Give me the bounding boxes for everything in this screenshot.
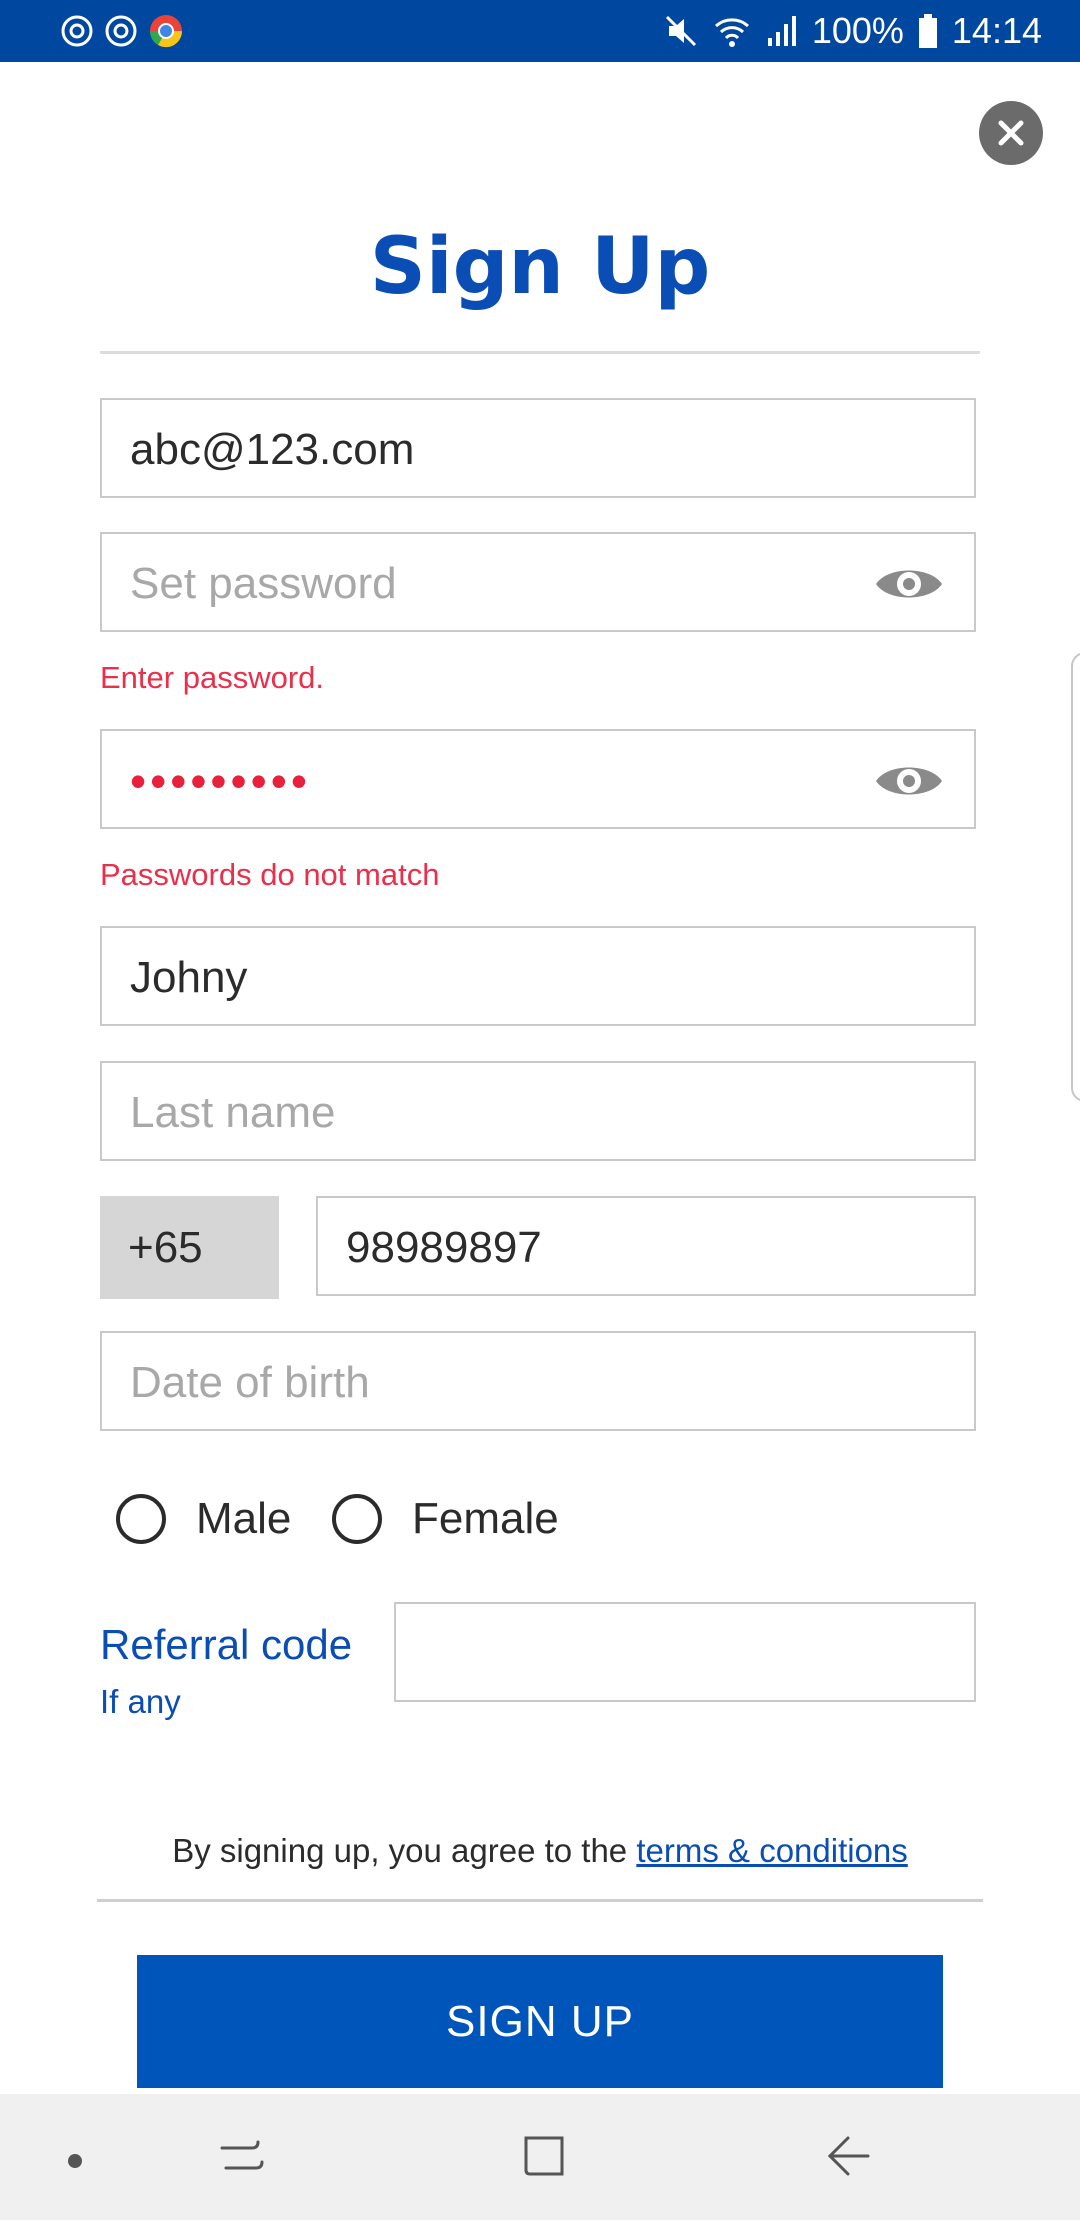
dob-field[interactable]: Date of birth (100, 1331, 976, 1431)
country-code-value: +65 (128, 1223, 203, 1272)
status-system-icons: 100% 14:14 (664, 0, 1042, 62)
status-notification-icons (60, 12, 184, 50)
eye-icon[interactable] (874, 562, 944, 606)
female-label: Female (412, 1494, 559, 1543)
close-button[interactable] (979, 101, 1043, 165)
title-divider (100, 351, 980, 354)
terms-notice: By signing up, you agree to the terms & … (0, 1832, 1080, 1870)
female-radio[interactable] (332, 1494, 382, 1544)
eye-icon[interactable] (874, 759, 944, 803)
home-icon[interactable] (520, 2132, 568, 2180)
battery-icon (918, 14, 937, 48)
password-placeholder: Set password (130, 559, 397, 608)
password-field[interactable]: Set password (100, 532, 976, 632)
wifi-icon (714, 18, 749, 47)
gender-female-option[interactable]: Female (332, 1486, 559, 1552)
password-error: Enter password. (100, 660, 324, 695)
page-title: Sign Up (369, 222, 711, 312)
country-code-selector[interactable]: +65 (100, 1196, 279, 1299)
confirm-password-error: Passwords do not match (100, 857, 440, 892)
mute-icon (665, 15, 696, 47)
email-value: abc@123.com (130, 425, 415, 474)
sign-up-button[interactable]: SIGN UP (137, 1955, 943, 2088)
terms-divider (97, 1899, 983, 1902)
referral-label: Referral code (100, 1621, 353, 1668)
last-name-placeholder: Last name (130, 1088, 336, 1137)
nav-dot-icon[interactable] (68, 2154, 82, 2168)
confirm-password-field[interactable]: ••••••••• (100, 729, 976, 829)
signal-icon (767, 16, 796, 46)
navigation-bar (0, 2094, 1080, 2220)
back-icon[interactable] (824, 2132, 872, 2180)
dob-placeholder: Date of birth (130, 1358, 370, 1407)
first-name-field[interactable]: Johny (100, 926, 976, 1026)
terms-text: By signing up, you agree to the (172, 1832, 637, 1869)
referral-sublabel: If any (100, 1683, 181, 1720)
terms-link[interactable]: terms & conditions (636, 1832, 907, 1869)
phone-value: 98989897 (346, 1223, 542, 1272)
close-icon (998, 120, 1024, 146)
chrome-icon (149, 15, 183, 48)
sync-icon (105, 15, 137, 47)
sync-icon (61, 15, 93, 47)
referral-code-field[interactable] (394, 1602, 976, 1702)
recent-apps-icon[interactable] (218, 2132, 266, 2180)
gender-male-option[interactable]: Male (116, 1486, 291, 1552)
first-name-value: Johny (130, 953, 248, 1002)
battery-percent: 100% (811, 10, 904, 51)
status-time: 14:14 (951, 10, 1042, 51)
phone-field[interactable]: 98989897 (316, 1196, 976, 1296)
status-bar: 100% 14:14 (0, 0, 1080, 62)
edge-panel-handle[interactable] (1071, 652, 1080, 1102)
male-label: Male (196, 1494, 292, 1543)
confirm-password-masked: ••••••••• (130, 755, 311, 807)
male-radio[interactable] (116, 1494, 166, 1544)
email-field[interactable]: abc@123.com (100, 398, 976, 498)
last-name-field[interactable]: Last name (100, 1061, 976, 1161)
